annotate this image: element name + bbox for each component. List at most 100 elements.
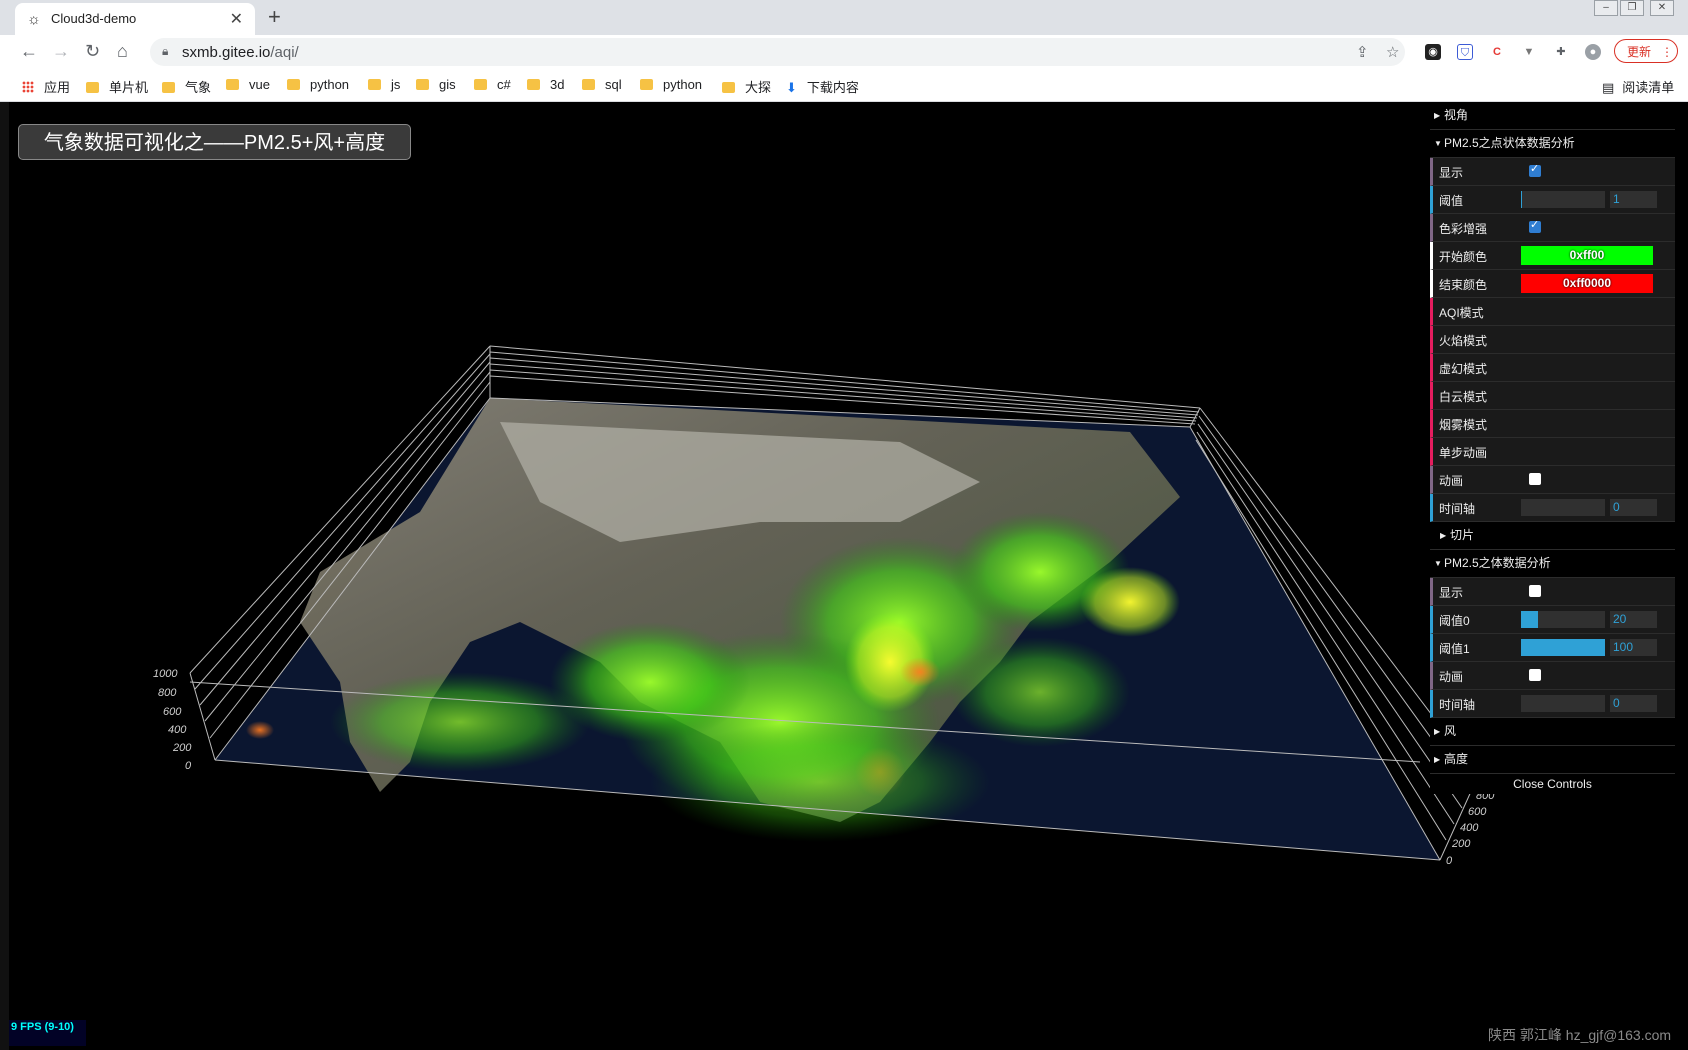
bookmark-folder[interactable]: gis bbox=[416, 77, 456, 92]
back-icon[interactable]: ← bbox=[20, 41, 38, 62]
volume-timeline-input[interactable]: 0 bbox=[1610, 695, 1657, 712]
end-color-picker[interactable]: 0xff0000 bbox=[1521, 274, 1653, 293]
fantasy-mode-button[interactable]: 虚幻模式 bbox=[1430, 354, 1675, 382]
extension-1-icon[interactable]: ◉ bbox=[1425, 44, 1441, 60]
bookmark-folder[interactable]: c# bbox=[474, 77, 511, 92]
extension-2-icon[interactable]: ⛉ bbox=[1457, 44, 1473, 60]
reading-list-icon: ▤ bbox=[1602, 80, 1615, 95]
caret-down-icon: ▼ bbox=[1434, 139, 1442, 148]
points-show-row[interactable]: 显示 bbox=[1430, 158, 1675, 186]
volume-threshold0-row[interactable]: 阈值0 20 bbox=[1430, 606, 1675, 634]
row-label: 动画 bbox=[1439, 670, 1464, 684]
share-icon[interactable]: ⇪ bbox=[1356, 43, 1369, 61]
volume-timeline-slider[interactable] bbox=[1521, 695, 1605, 712]
volume-animate-checkbox[interactable] bbox=[1529, 669, 1541, 681]
folder-icon bbox=[226, 79, 239, 90]
volume-show-checkbox[interactable] bbox=[1529, 585, 1541, 597]
folder-height[interactable]: ▶ 高度 bbox=[1430, 746, 1675, 774]
new-tab-button[interactable]: + bbox=[268, 4, 281, 30]
start-color-row[interactable]: 开始颜色 0xff00 bbox=[1430, 242, 1675, 270]
tick-label: 400 bbox=[1460, 822, 1479, 834]
tick-label: 0 bbox=[185, 760, 192, 772]
address-bar[interactable]: 🔒︎ sxmb.gitee.io/aqi/ ⇪ ☆ bbox=[150, 38, 1405, 66]
puzzle-icon[interactable]: ✚ bbox=[1553, 44, 1569, 60]
aqi-mode-button[interactable]: AQI模式 bbox=[1430, 298, 1675, 326]
bookmark-folder[interactable]: python bbox=[640, 77, 702, 92]
points-animate-checkbox[interactable] bbox=[1529, 473, 1541, 485]
smoke-mode-button[interactable]: 烟雾模式 bbox=[1430, 410, 1675, 438]
color-enhance-checkbox[interactable] bbox=[1529, 218, 1541, 233]
points-threshold-slider[interactable] bbox=[1521, 191, 1605, 208]
row-label: 阈值0 bbox=[1439, 614, 1470, 628]
browser-tab[interactable]: ☼ Cloud3d-demo ✕ bbox=[15, 3, 255, 35]
points-threshold-row[interactable]: 阈值 1 bbox=[1430, 186, 1675, 214]
bookmark-label: sql bbox=[605, 77, 622, 92]
bookmark-downloads[interactable]: ⬇ 下载内容 bbox=[786, 77, 859, 96]
volume-threshold0-slider[interactable] bbox=[1521, 611, 1605, 628]
bookmark-star-icon[interactable]: ☆ bbox=[1386, 43, 1399, 61]
close-tab-icon[interactable]: ✕ bbox=[230, 9, 243, 29]
bookmark-folder[interactable]: js bbox=[368, 77, 400, 92]
start-color-picker[interactable]: 0xff00 bbox=[1521, 246, 1653, 265]
points-timeline-slider[interactable] bbox=[1521, 499, 1605, 516]
bookmark-folder[interactable]: 大探 bbox=[722, 77, 771, 96]
url-text: sxmb.gitee.io/aqi/ bbox=[182, 44, 299, 61]
folder-label: 风 bbox=[1444, 724, 1457, 738]
volume-animate-row[interactable]: 动画 bbox=[1430, 662, 1675, 690]
volume-threshold1-slider[interactable] bbox=[1521, 639, 1605, 656]
folder-slice[interactable]: ▶ 切片 bbox=[1430, 522, 1675, 550]
cloud-mode-button[interactable]: 白云模式 bbox=[1430, 382, 1675, 410]
end-color-row[interactable]: 结束颜色 0xff0000 bbox=[1430, 270, 1675, 298]
volume-threshold1-row[interactable]: 阈值1 100 bbox=[1430, 634, 1675, 662]
update-button[interactable]: 更新 ⋮ bbox=[1614, 39, 1678, 63]
bookmark-apps[interactable]: 应用 bbox=[22, 77, 70, 96]
points-timeline-input[interactable]: 0 bbox=[1610, 499, 1657, 516]
restore-window-button[interactable]: ❐ bbox=[1620, 0, 1644, 16]
vpn-icon[interactable]: ▼ bbox=[1521, 44, 1537, 60]
folder-wind[interactable]: ▶ 风 bbox=[1430, 718, 1675, 746]
close-window-button[interactable]: ✕ bbox=[1650, 0, 1674, 16]
folder-icon bbox=[582, 79, 595, 90]
points-timeline-row[interactable]: 时间轴 0 bbox=[1430, 494, 1675, 522]
caret-right-icon: ▶ bbox=[1434, 727, 1441, 736]
forward-icon[interactable]: → bbox=[52, 41, 70, 62]
close-controls-button[interactable]: Close Controls bbox=[1430, 774, 1675, 794]
color-enhance-row[interactable]: 色彩增强 bbox=[1430, 214, 1675, 242]
caret-down-icon: ▼ bbox=[1434, 559, 1442, 568]
bookmark-folder[interactable]: 单片机 bbox=[86, 77, 148, 96]
folder-points-analysis[interactable]: ▼ PM2.5之点状体数据分析 bbox=[1430, 130, 1675, 158]
volume-threshold0-input[interactable]: 20 bbox=[1610, 611, 1657, 628]
reading-list-button[interactable]: ▤ 阅读清单 bbox=[1602, 77, 1674, 96]
bookmark-label: 气象 bbox=[185, 80, 212, 95]
minimize-window-button[interactable]: – bbox=[1594, 0, 1618, 16]
step-animation-button[interactable]: 单步动画 bbox=[1430, 438, 1675, 466]
row-label: 阈值 bbox=[1439, 194, 1464, 208]
row-label: 时间轴 bbox=[1439, 698, 1476, 712]
reload-icon[interactable]: ↻ bbox=[85, 41, 100, 62]
bookmark-folder[interactable]: vue bbox=[226, 77, 270, 92]
tick-label: 200 bbox=[172, 742, 192, 754]
bookmark-folder[interactable]: 气象 bbox=[162, 77, 211, 96]
points-show-checkbox[interactable] bbox=[1529, 162, 1541, 177]
bookmark-label: 下载内容 bbox=[806, 80, 859, 95]
home-icon[interactable]: ⌂ bbox=[117, 41, 128, 62]
volume-timeline-row[interactable]: 时间轴 0 bbox=[1430, 690, 1675, 718]
folder-label: PM2.5之点状体数据分析 bbox=[1444, 136, 1575, 150]
folder-icon bbox=[287, 79, 300, 90]
bookmark-label: python bbox=[310, 77, 350, 92]
volume-show-row[interactable]: 显示 bbox=[1430, 578, 1675, 606]
volume-threshold1-input[interactable]: 100 bbox=[1610, 639, 1657, 656]
points-animate-row[interactable]: 动画 bbox=[1430, 466, 1675, 494]
fps-stats-panel[interactable]: 9 FPS (9-10) bbox=[9, 1020, 86, 1046]
bookmark-folder[interactable]: python bbox=[287, 77, 349, 92]
folder-volume-analysis[interactable]: ▼ PM2.5之体数据分析 bbox=[1430, 550, 1675, 578]
profile-icon[interactable]: ● bbox=[1585, 44, 1601, 60]
flame-mode-button[interactable]: 火焰模式 bbox=[1430, 326, 1675, 354]
points-threshold-input[interactable]: 1 bbox=[1610, 191, 1657, 208]
bookmark-folder[interactable]: sql bbox=[582, 77, 622, 92]
bookmark-folder[interactable]: 3d bbox=[527, 77, 564, 92]
folder-icon bbox=[162, 82, 175, 93]
pm25-hotspot bbox=[246, 721, 274, 739]
csdn-icon[interactable]: C bbox=[1489, 44, 1505, 60]
folder-view[interactable]: ▶ 视角 bbox=[1430, 102, 1675, 130]
